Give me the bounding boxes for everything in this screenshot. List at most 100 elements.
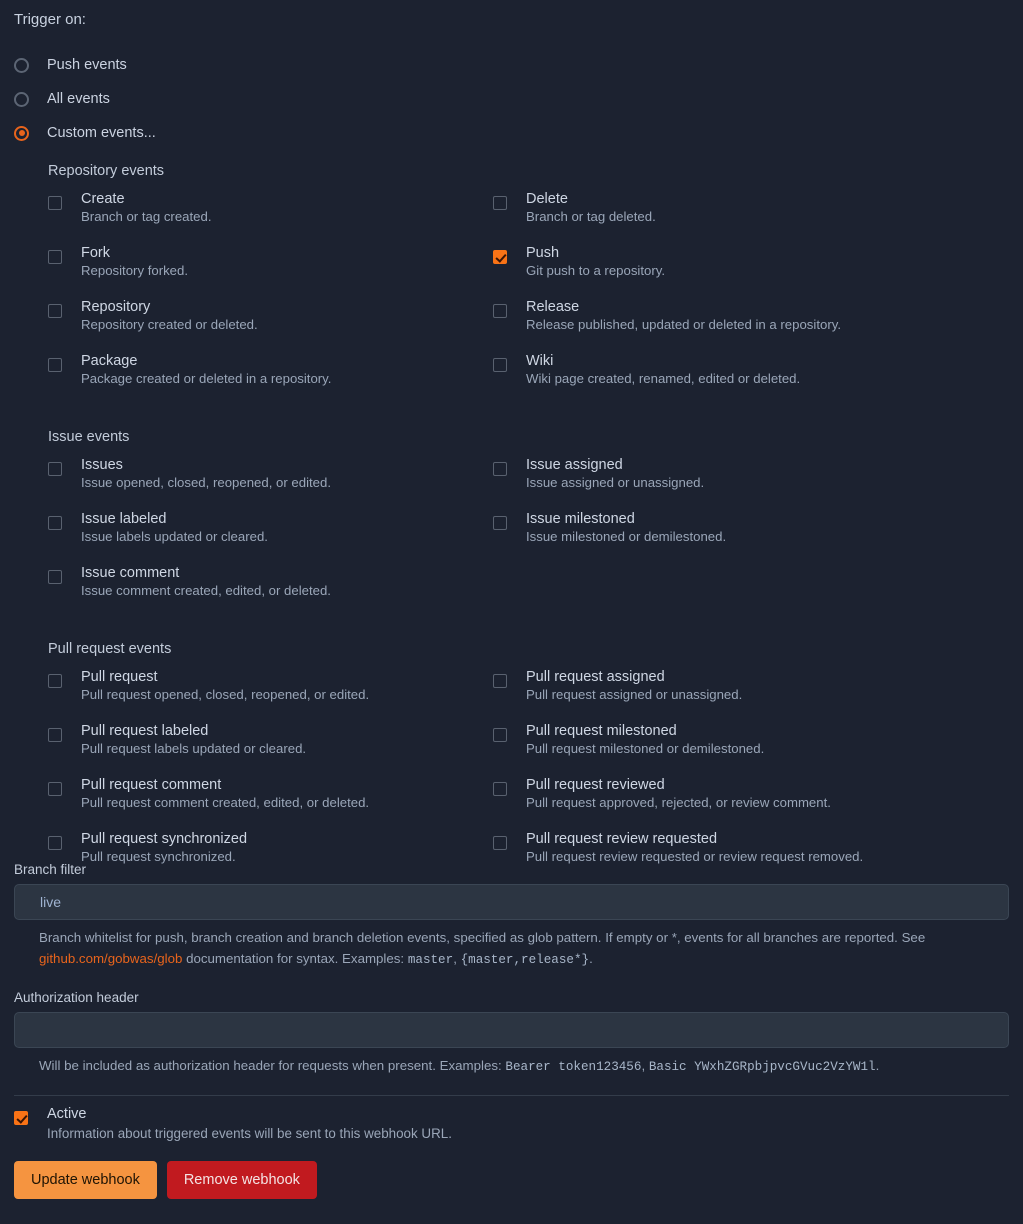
event-text-block: Release Release published, updated or del… [526, 299, 841, 333]
radio-option-all-events[interactable]: All events [14, 82, 614, 116]
event-checkbox[interactable] [493, 516, 507, 530]
event-title: Push [526, 245, 560, 261]
event-checkbox-row[interactable]: Release Release published, updated or del… [493, 299, 1013, 353]
event-checkbox[interactable] [493, 782, 507, 796]
branch-filter-label: Branch filter [14, 862, 87, 877]
event-text-block: Delete Branch or tag deleted. [526, 191, 656, 225]
event-description: Pull request milestoned or demilestoned. [526, 741, 765, 757]
gobwas-glob-link[interactable]: github.com/gobwas/glob [39, 951, 182, 966]
authorization-help-sep: , [641, 1058, 649, 1073]
event-group-title: Pull request events [48, 641, 172, 657]
branch-filter-input[interactable] [14, 884, 1009, 920]
event-text-block: Pull request synchronized Pull request sy… [81, 831, 247, 865]
event-checkbox-row[interactable]: Create Branch or tag created. [48, 191, 493, 245]
event-text-block: Fork Repository forked. [81, 245, 188, 279]
authorization-header-label: Authorization header [14, 990, 139, 1005]
event-title: Pull request reviewed [526, 777, 665, 793]
event-checkbox-row[interactable]: Pull request assigned Pull request assign… [493, 669, 1013, 723]
event-text-block: Package Package created or deleted in a r… [81, 353, 331, 387]
active-title: Active [47, 1106, 87, 1122]
authorization-header-input[interactable] [14, 1012, 1009, 1048]
event-checkbox-row[interactable]: Fork Repository forked. [48, 245, 493, 299]
event-text-block: Pull request reviewed Pull request approv… [526, 777, 831, 811]
event-checkbox[interactable] [48, 304, 62, 318]
event-checkbox[interactable] [493, 674, 507, 688]
event-checkbox[interactable] [493, 304, 507, 318]
event-checkbox[interactable] [493, 836, 507, 850]
event-checkbox-row[interactable]: Issues Issue opened, closed, reopened, or… [48, 457, 493, 511]
radio-option-custom-events[interactable]: Custom events... [14, 116, 614, 150]
event-checkbox[interactable] [493, 196, 507, 210]
event-checkbox-row[interactable]: Issue milestoned Issue milestoned or demi… [493, 511, 1013, 565]
event-grid: Pull request Pull request opened, closed,… [0, 669, 1023, 885]
event-checkbox-row[interactable]: Issue assigned Issue assigned or unassign… [493, 457, 1013, 511]
event-description: Repository forked. [81, 263, 189, 279]
event-description: Pull request labels updated or cleared. [81, 741, 307, 757]
event-title: Pull request review requested [526, 831, 718, 847]
event-title: Pull request assigned [526, 669, 665, 685]
event-checkbox-row[interactable]: Wiki Wiki page created, renamed, edited o… [493, 353, 1013, 407]
event-groups: Repository events Create Branch or tag cre… [0, 163, 1023, 907]
event-checkbox[interactable] [493, 728, 507, 742]
event-checkbox-row[interactable]: Push Git push to a repository. [493, 245, 1013, 299]
remove-webhook-button[interactable]: Remove webhook [166, 1161, 317, 1199]
radio-icon-push-events[interactable] [14, 57, 29, 73]
branch-filter-example-1: master [407, 952, 454, 967]
event-checkbox[interactable] [493, 358, 507, 372]
event-checkbox[interactable] [48, 516, 62, 530]
event-checkbox[interactable] [48, 674, 62, 688]
event-description: Issue milestoned or demilestoned. [526, 529, 727, 545]
event-text-block: Pull request assigned Pull request assign… [526, 669, 742, 703]
event-checkbox[interactable] [48, 462, 62, 476]
event-checkbox-row[interactable]: Pull request reviewed Pull request approv… [493, 777, 1013, 831]
branch-filter-field: Branch filter Branch whitelist for push,… [14, 862, 1009, 970]
active-checkbox[interactable] [14, 1111, 28, 1125]
event-checkbox[interactable] [48, 570, 62, 584]
event-checkbox-row[interactable]: Issue labeled Issue labels updated or cle… [48, 511, 493, 565]
event-checkbox-row[interactable]: Pull request milestoned Pull request mile… [493, 723, 1013, 777]
radio-label-custom-events: Custom events... [47, 125, 156, 141]
event-text-block: Create Branch or tag created. [81, 191, 211, 225]
branch-filter-help-part2: documentation for syntax. Examples: [182, 950, 408, 966]
event-title: Package [81, 353, 138, 369]
event-checkbox-row[interactable]: Repository Repository created or deleted. [48, 299, 493, 353]
event-title: Create [81, 191, 125, 207]
active-toggle-row[interactable]: Active Information about triggered event… [14, 1106, 452, 1141]
event-description: Branch or tag created. [81, 209, 212, 225]
event-checkbox[interactable] [48, 196, 62, 210]
event-text-block: Issue comment Issue comment created, edit… [81, 565, 331, 599]
event-checkbox-row[interactable]: Pull request labeled Pull request labels … [48, 723, 493, 777]
event-checkbox-row[interactable]: Pull request comment Pull request comment… [48, 777, 493, 831]
event-group: Pull request events Pull request Pull requ… [0, 641, 1023, 885]
event-checkbox-row[interactable]: Pull request Pull request opened, closed,… [48, 669, 493, 723]
webhook-settings-page: Trigger on: Push events All events Custo… [0, 0, 1023, 1224]
event-title: Issues [81, 457, 123, 473]
event-checkbox[interactable] [48, 836, 62, 850]
branch-filter-example-2: {master,release*} [460, 952, 590, 967]
event-checkbox-row[interactable]: Package Package created or deleted in a r… [48, 353, 493, 407]
event-checkbox[interactable] [493, 462, 507, 476]
event-checkbox[interactable] [48, 250, 62, 264]
radio-icon-custom-events[interactable] [14, 125, 29, 141]
event-checkbox[interactable] [493, 250, 507, 264]
radio-label-all-events: All events [47, 91, 110, 107]
authorization-help-end: . [875, 1058, 880, 1073]
event-text-block: Issues Issue opened, closed, reopened, or… [81, 457, 331, 491]
event-group-title: Repository events [48, 163, 165, 179]
trigger-radio-group: Push events All events Custom events... [14, 48, 614, 150]
event-checkbox[interactable] [48, 782, 62, 796]
radio-option-push-events[interactable]: Push events [14, 48, 614, 82]
event-text-block: Repository Repository created or deleted. [81, 299, 258, 333]
event-checkbox-row[interactable]: Issue comment Issue comment created, edit… [48, 565, 493, 619]
event-description: Issue comment created, edited, or delete… [81, 583, 331, 599]
event-group: Repository events Create Branch or tag cre… [0, 163, 1023, 407]
event-checkbox[interactable] [48, 728, 62, 742]
event-title: Repository [81, 299, 151, 315]
radio-icon-all-events[interactable] [14, 91, 29, 107]
update-webhook-button[interactable]: Update webhook [14, 1161, 157, 1199]
event-group-title: Issue events [48, 429, 130, 445]
event-checkbox-row[interactable]: Delete Branch or tag deleted. [493, 191, 1013, 245]
event-description: Git push to a repository. [526, 263, 666, 279]
event-row-empty [493, 565, 1013, 619]
event-checkbox[interactable] [48, 358, 62, 372]
